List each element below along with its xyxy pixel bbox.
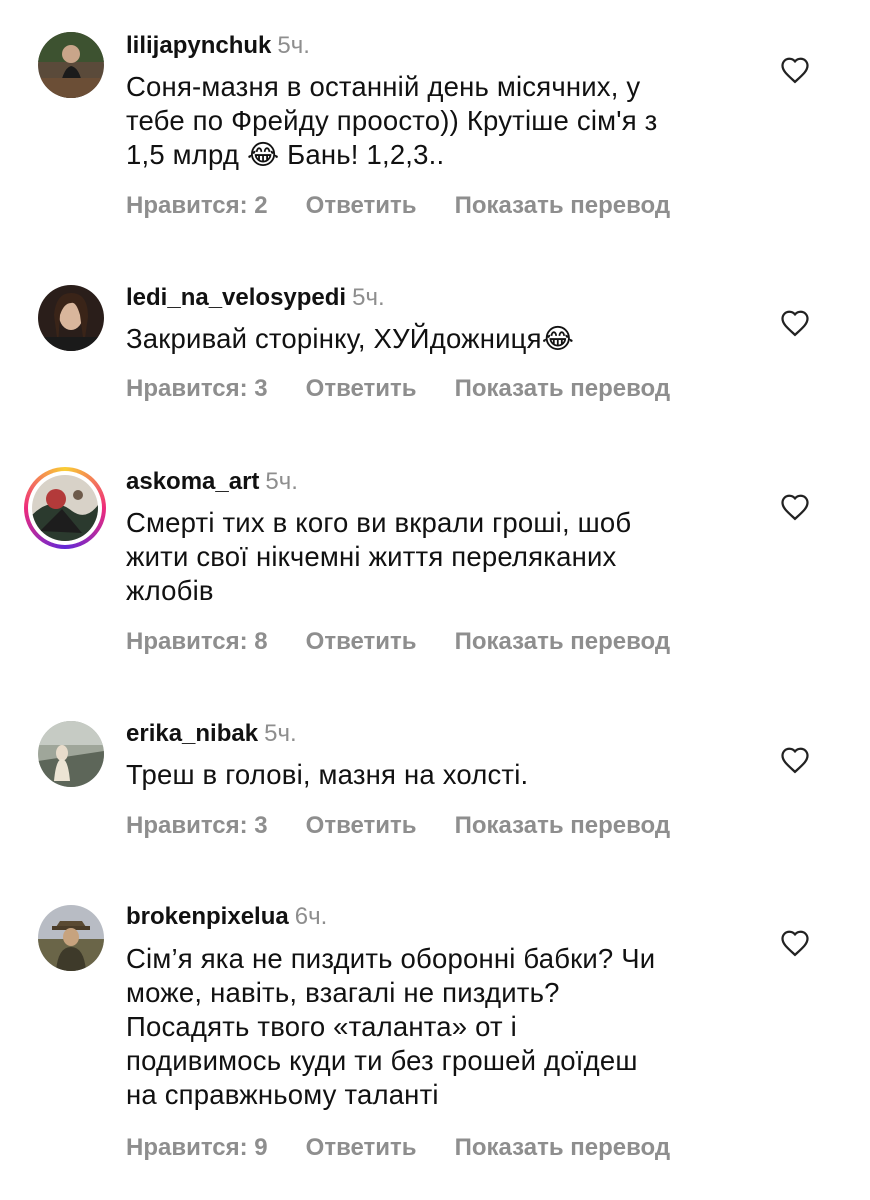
avatar[interactable]: [38, 285, 104, 351]
likes-count[interactable]: Нравится: 3: [126, 812, 268, 839]
comment-text: Треш в голові, мазня на холсті.: [126, 758, 746, 792]
comment-line: Соня-мазня в останній день місячних, у: [126, 71, 641, 102]
timestamp: 5ч.: [277, 32, 310, 59]
heart-icon[interactable]: [780, 56, 810, 84]
comment-line: Сім’я яка не пиздить оборонні бабки? Чи: [126, 943, 656, 974]
comment-line: 1,5 млрд 😂 Бань! 1,2,3..: [126, 139, 445, 170]
comment-actions: Нравится: 8 Ответить Показать перевод: [126, 628, 708, 656]
comment-header: erika_nibak 5ч.: [126, 720, 297, 748]
comment-actions: Нравится: 3 Ответить Показать перевод: [126, 375, 708, 403]
comment-header: askoma_art 5ч.: [126, 468, 298, 496]
timestamp: 5ч.: [264, 720, 297, 747]
comment-line: Смерті тих в кого ви вкрали гроші, шоб: [126, 507, 632, 538]
timestamp: 5ч.: [265, 468, 298, 495]
username[interactable]: erika_nibak: [126, 720, 258, 747]
username[interactable]: ledi_na_velosypedi: [126, 284, 346, 311]
reply-button[interactable]: Ответить: [306, 1134, 417, 1161]
show-translation-button[interactable]: Показать перевод: [455, 812, 671, 839]
avatar[interactable]: [32, 475, 98, 541]
comment-header: ledi_na_velosypedi 5ч.: [126, 284, 385, 312]
comment-line: Треш в голові, мазня на холсті.: [126, 759, 529, 790]
comment-actions: Нравится: 2 Ответить Показать перевод: [126, 192, 708, 220]
heart-icon[interactable]: [780, 493, 810, 521]
story-ring[interactable]: [24, 467, 106, 549]
username[interactable]: askoma_art: [126, 468, 259, 495]
comment-line: подивимось куди ти без грошей доїдеш: [126, 1045, 638, 1076]
comment-line: може, навіть, взагалі не пиздить?: [126, 977, 560, 1008]
comment-text: Смерті тих в кого ви вкрали гроші, шоб ж…: [126, 506, 746, 608]
comment-line: жити свої нікчемні життя переляканих: [126, 541, 617, 572]
likes-count[interactable]: Нравится: 9: [126, 1134, 268, 1161]
show-translation-button[interactable]: Показать перевод: [455, 1134, 671, 1161]
reply-button[interactable]: Ответить: [306, 375, 417, 402]
comment-line: Закривай сторінку, ХУЙдожниця😂: [126, 323, 575, 354]
comment-line: тебе по Фрейду проосто)) Крутіше сім'я з: [126, 105, 658, 136]
show-translation-button[interactable]: Показать перевод: [455, 192, 671, 219]
username[interactable]: brokenpixelua: [126, 903, 289, 930]
reply-button[interactable]: Ответить: [306, 192, 417, 219]
comment-header: brokenpixelua 6ч.: [126, 903, 327, 931]
comment-header: lilijapynchuk 5ч.: [126, 32, 310, 60]
heart-icon[interactable]: [780, 746, 810, 774]
comment-actions: Нравится: 3 Ответить Показать перевод: [126, 812, 708, 840]
reply-button[interactable]: Ответить: [306, 812, 417, 839]
timestamp: 5ч.: [352, 284, 385, 311]
avatar[interactable]: [38, 721, 104, 787]
show-translation-button[interactable]: Показать перевод: [455, 628, 671, 655]
username[interactable]: lilijapynchuk: [126, 32, 271, 59]
comment-line: жлобів: [126, 575, 214, 606]
comment-actions: Нравится: 9 Ответить Показать перевод: [126, 1134, 708, 1162]
likes-count[interactable]: Нравится: 3: [126, 375, 268, 402]
comment-line: Посадять твого «таланта» от і: [126, 1011, 517, 1042]
heart-icon[interactable]: [780, 309, 810, 337]
avatar[interactable]: [38, 905, 104, 971]
heart-icon[interactable]: [780, 929, 810, 957]
likes-count[interactable]: Нравится: 8: [126, 628, 268, 655]
show-translation-button[interactable]: Показать перевод: [455, 375, 671, 402]
avatar[interactable]: [38, 32, 104, 98]
comment-text: Сім’я яка не пиздить оборонні бабки? Чи …: [126, 942, 746, 1112]
reply-button[interactable]: Ответить: [306, 628, 417, 655]
comment-line: на справжньому таланті: [126, 1079, 439, 1110]
comment-text: Соня-мазня в останній день місячних, у т…: [126, 70, 746, 172]
timestamp: 6ч.: [294, 903, 328, 930]
likes-count[interactable]: Нравится: 2: [126, 192, 268, 219]
comment-text: Закривай сторінку, ХУЙдожниця😂: [126, 322, 746, 356]
